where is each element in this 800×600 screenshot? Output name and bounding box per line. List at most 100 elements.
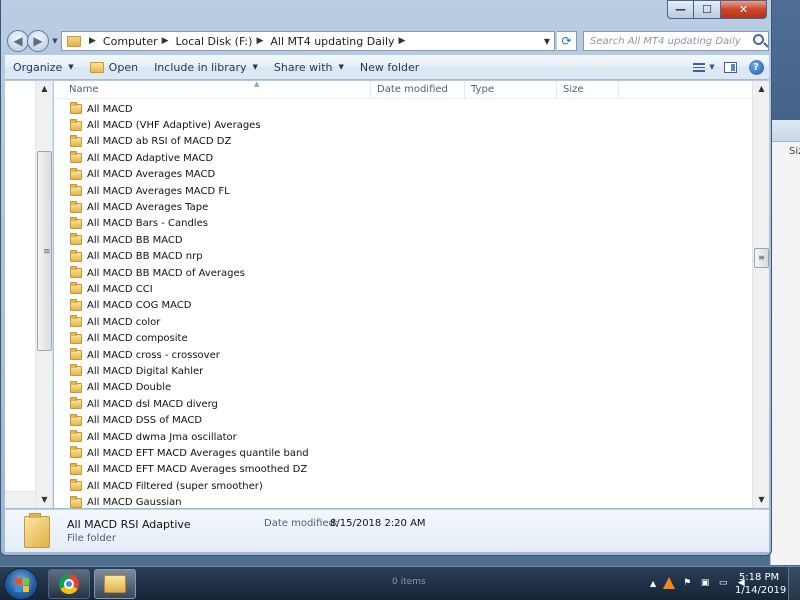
forward-button[interactable]: ▶ (27, 30, 49, 52)
file-name: All MACD Gaussian (87, 497, 182, 508)
preview-pane-icon (723, 61, 737, 73)
open-button[interactable]: Open (82, 55, 146, 79)
share-with-label: Share with (273, 60, 333, 74)
share-with-button[interactable]: Share with ▼ (266, 55, 352, 79)
navigation-bar: ◀ ▶ ▼ ▶ Computer ▶ Local Disk (F:) ▶ All M… (5, 29, 769, 53)
column-header-date-modified[interactable]: Date modified (371, 81, 465, 99)
include-in-library-button[interactable]: Include in library ▼ (146, 55, 266, 79)
folder-icon (70, 495, 82, 508)
clock-date: 1/14/2019 (735, 585, 787, 596)
refresh-button[interactable]: ⟳ (557, 31, 577, 51)
folder-icon (70, 102, 82, 115)
chevron-right-icon[interactable]: ▶ (399, 36, 406, 46)
folder-icon (70, 348, 82, 361)
scroll-up-icon[interactable]: ▲ (753, 81, 769, 97)
chevron-right-icon[interactable]: ▶ (256, 36, 263, 46)
address-bar[interactable]: ▶ Computer ▶ Local Disk (F:) ▶ All MT4 upd… (61, 31, 555, 51)
column-header-size[interactable]: Size (557, 81, 619, 99)
column-header-type[interactable]: Type (465, 81, 557, 99)
search-icon[interactable] (753, 34, 764, 45)
help-icon: ? (748, 59, 764, 75)
folder-icon (70, 462, 82, 475)
navigation-pane-horizontal-scrollbar[interactable] (5, 491, 35, 508)
file-name: All MACD BB MACD (87, 234, 183, 246)
navigation-pane[interactable]: ▲ ≡ ▼ (5, 81, 53, 508)
search-box[interactable] (583, 31, 769, 51)
breadcrumb-current-folder[interactable]: All MT4 updating Daily ▶ (270, 35, 412, 48)
column-header-name[interactable]: Name (54, 81, 371, 99)
explorer-window[interactable]: — ☐ ✕ ◀ ▶ ▼ ▶ Computer ▶ Local Disk (F:) ▶… (0, 0, 772, 556)
folder-icon (70, 315, 82, 328)
close-button[interactable]: ✕ (721, 0, 767, 19)
file-name: All MACD Filtered (super smoother) (87, 480, 263, 492)
vlc-icon[interactable] (662, 576, 676, 590)
file-name: All MACD composite (87, 333, 188, 345)
chevron-right-icon: ▶ (89, 36, 96, 46)
breadcrumb-computer[interactable]: Computer ▶ (103, 35, 176, 48)
recent-pages-button[interactable]: ▼ (49, 30, 61, 52)
minimize-button[interactable]: — (667, 0, 694, 19)
clock[interactable]: 5:18 PM 1/14/2019 (735, 571, 787, 597)
scroll-down-icon[interactable]: ▼ (36, 492, 53, 508)
navigation-tree[interactable] (5, 81, 35, 508)
file-name: All MACD COG MACD (87, 300, 192, 312)
chevron-right-icon[interactable]: ▶ (162, 36, 169, 46)
include-in-library-label: Include in library (154, 60, 247, 74)
folder-icon (70, 266, 82, 279)
folder-icon (70, 134, 82, 147)
show-hidden-icons-icon[interactable]: ▲ (650, 579, 656, 588)
breadcrumb-local-disk[interactable]: Local Disk (F:) ▶ (176, 35, 271, 48)
file-name: All MACD ab RSI of MACD DZ (87, 136, 232, 148)
file-row[interactable]: All MACD Gaussian (54, 494, 752, 508)
folder-icon (70, 479, 82, 492)
file-name: All MACD BB MACD of Averages (87, 267, 245, 279)
file-list[interactable]: Name Date modified Type Size ▲ All MACD A… (54, 81, 769, 508)
change-view-button[interactable]: ▼ (691, 57, 717, 77)
scroll-up-icon[interactable]: ▲ (36, 81, 53, 97)
back-button[interactable]: ◀ (7, 30, 29, 52)
open-folder-icon (89, 61, 104, 73)
folder-icon (70, 167, 82, 180)
clock-time: 5:18 PM (738, 572, 780, 583)
show-desktop-button[interactable] (788, 567, 800, 600)
organize-button[interactable]: Organize ▼ (5, 55, 82, 79)
address-dropdown-icon[interactable]: ▼ (540, 37, 554, 46)
details-pane: All MACD RSI Adaptive File folder Date m… (5, 509, 769, 552)
chevron-down-icon: ▼ (52, 37, 58, 45)
maximize-button[interactable]: ☐ (694, 0, 721, 19)
windows-explorer-icon (104, 575, 126, 593)
scroll-thumb[interactable]: ≡ (754, 248, 769, 268)
action-center-flag-icon[interactable]: ⚑ (680, 576, 694, 590)
refresh-icon: ⟳ (561, 34, 572, 48)
folder-icon (67, 35, 81, 47)
start-button[interactable] (4, 568, 38, 600)
windows-logo-icon (15, 578, 29, 592)
file-name: All MACD (VHF Adaptive) Averages (87, 120, 261, 132)
folder-icon (70, 184, 82, 197)
folder-icon (70, 118, 82, 131)
navigation-pane-scrollbar[interactable]: ▲ ≡ ▼ (35, 81, 52, 508)
view-icon (693, 62, 706, 72)
scroll-thumb[interactable]: ≡ (37, 151, 52, 351)
file-name: All MACD DSS of MACD (87, 415, 203, 427)
breadcrumb-label: Local Disk (F:) (175, 34, 253, 48)
taskbar-chrome-button[interactable] (48, 569, 90, 599)
preview-pane-button[interactable] (717, 57, 743, 77)
folder-icon (70, 233, 82, 246)
date-modified-value: 8/15/2018 2:20 AM (330, 518, 426, 529)
scroll-down-icon[interactable]: ▼ (753, 492, 769, 508)
help-button[interactable]: ? (743, 57, 769, 77)
search-input[interactable] (590, 35, 750, 47)
background-window[interactable]: Siz (770, 120, 800, 565)
breadcrumb-root[interactable]: ▶ (85, 36, 103, 46)
taskbar-explorer-button[interactable] (94, 569, 136, 599)
folder-icon (70, 331, 82, 344)
new-folder-button[interactable]: New folder (352, 55, 427, 79)
file-list-scrollbar[interactable]: ▲ ≡ ▼ (752, 81, 769, 508)
file-name: All MACD CCI (87, 283, 153, 295)
sort-ascending-icon: ▲ (254, 81, 260, 88)
column-headers: Name Date modified Type Size ▲ (54, 81, 752, 99)
display-icon[interactable]: ▭ (716, 576, 730, 590)
folder-icon (70, 200, 82, 213)
network-icon[interactable]: ▣ (698, 576, 712, 590)
